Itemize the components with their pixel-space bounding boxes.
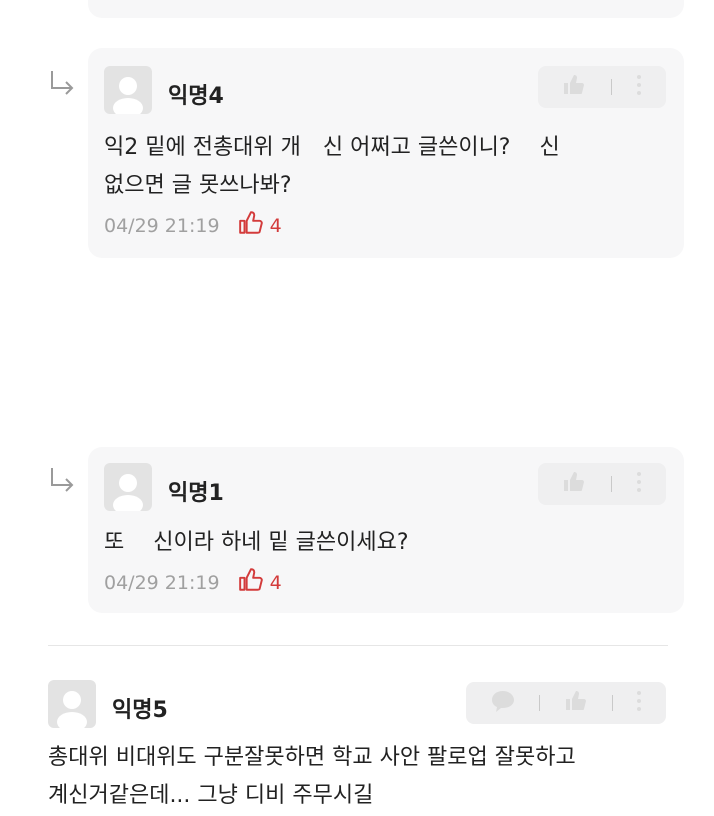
reply-card: 익명4 익2 밑에 전총대위 개 신 어쩌고 글쓴이니? 신 없으면 글 못쓰나… [88,48,684,258]
comment-body-line-2: 없으면 글 못쓰나봐? [104,173,292,198]
like-count: 4 [269,571,282,594]
separator [610,79,612,95]
avatar [104,66,152,114]
comment-body-line-1: 총대위 비대위도 구분잘못하면 학교 사안 팔로업 잘못하고 [48,745,576,770]
avatar [48,680,96,728]
comment-actions [538,66,666,108]
like-button[interactable]: 4 [238,567,282,598]
previous-comment-card [88,0,684,18]
comment-meta: 04/29 21:19 4 [104,567,282,598]
thumbs-up-outline-icon [238,210,264,241]
like-count: 4 [269,214,282,237]
comment-body-line-2: 계신거같은데... 그냥 디비 주무시길 [48,783,374,808]
comment-body-line-1: 익2 밑에 전총대위 개 신 어쩌고 글쓴이니? 신 [104,135,560,160]
comment-meta: 04/29 21:19 4 [104,210,282,241]
avatar [104,463,152,511]
thumbs-up-icon[interactable] [564,689,588,717]
comment-actions [538,463,666,505]
more-vertical-icon[interactable] [636,471,642,497]
like-button[interactable]: 4 [238,210,282,241]
more-vertical-icon[interactable] [636,690,642,716]
speech-bubble-icon[interactable] [490,689,516,717]
separator [610,476,612,492]
separator [611,695,613,711]
thumbs-up-outline-icon [238,567,264,598]
comment-actions [466,682,666,724]
timestamp: 04/29 21:19 [104,571,220,594]
thumbs-up-icon[interactable] [562,470,586,498]
timestamp: 04/29 21:19 [104,214,220,237]
author-name: 익명5 [112,698,168,723]
more-vertical-icon[interactable] [636,74,642,100]
author-name: 익명4 [168,84,224,109]
author-name: 익명1 [168,481,224,506]
reply-arrow-icon [48,465,76,497]
comment-body-line-1: 또 신이라 하네 밑 글쓴이세요? [104,530,409,555]
reply-card: 익명1 또 신이라 하네 밑 글쓴이세요? 04/29 21:19 4 [88,447,684,613]
divider [48,645,668,646]
reply-arrow-icon [48,68,76,100]
separator [539,695,541,711]
thumbs-up-icon[interactable] [562,73,586,101]
